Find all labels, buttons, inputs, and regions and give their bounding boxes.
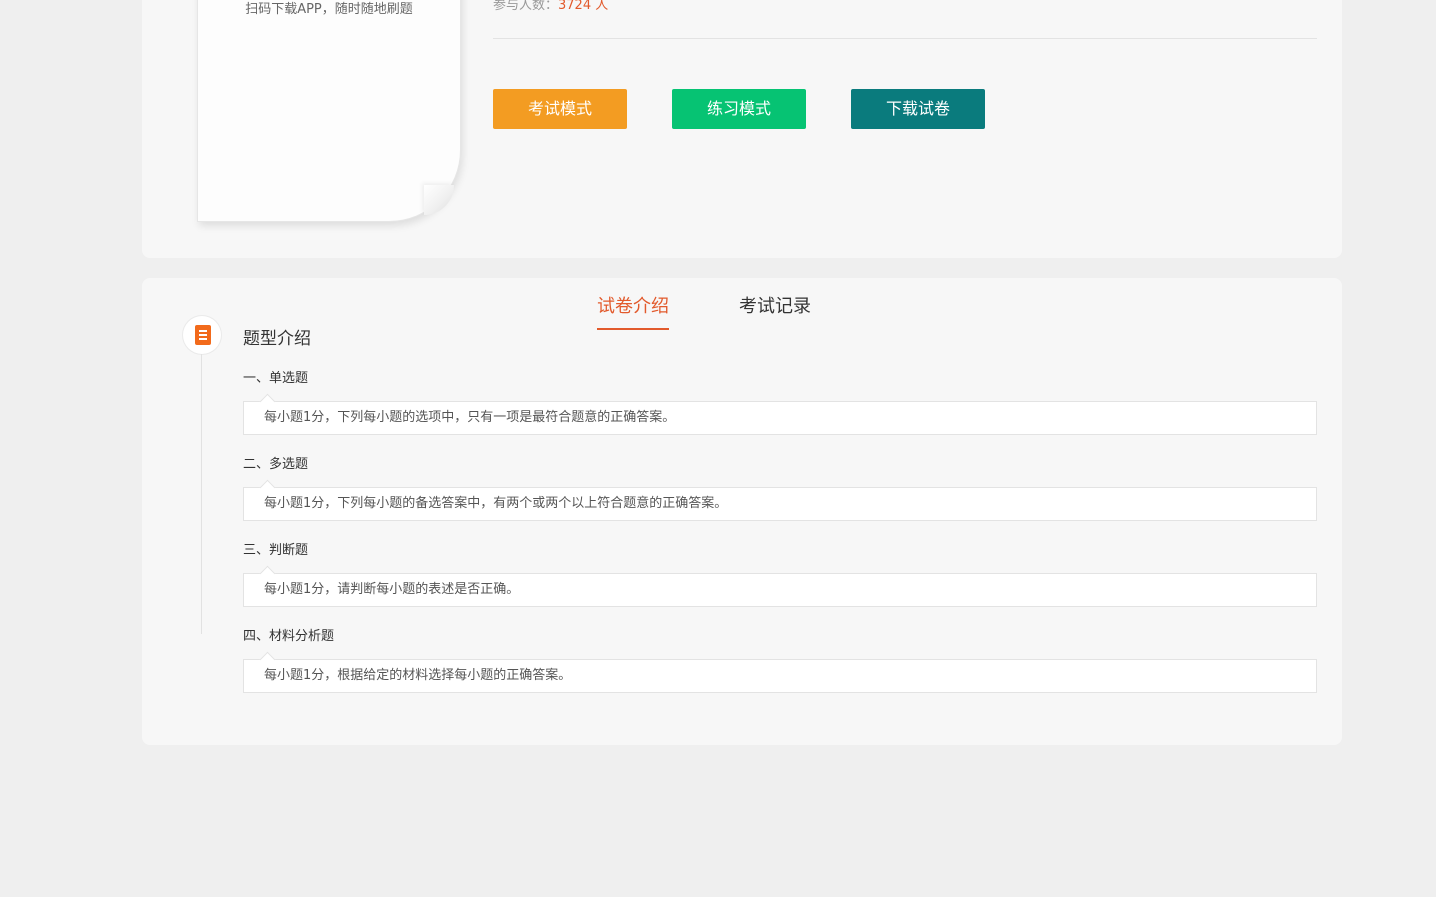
tab-paper-intro[interactable]: 试卷介绍 xyxy=(597,292,669,330)
question-type-description: 每小题1分，下列每小题的选项中，只有一项是最符合题意的正确答案。 xyxy=(243,401,1317,435)
question-type-item: 三、判断题 每小题1分，请判断每小题的表述是否正确。 xyxy=(243,540,1317,607)
question-type-name: 二、多选题 xyxy=(243,457,309,472)
question-type-description: 每小题1分，根据给定的材料选择每小题的正确答案。 xyxy=(243,659,1317,693)
participants-label: 参与人数： xyxy=(493,0,559,13)
question-type-item: 四、材料分析题 每小题1分，根据给定的材料选择每小题的正确答案。 xyxy=(243,626,1317,693)
question-type-description: 每小题1分，请判断每小题的表述是否正确。 xyxy=(243,573,1317,607)
timeline-line xyxy=(201,354,202,634)
participants-count: 3724 人 xyxy=(558,0,609,13)
question-type-name: 四、材料分析题 xyxy=(243,629,335,644)
qr-caption: 扫码下载APP，随时随地刷题 xyxy=(245,2,413,17)
tab-exam-record[interactable]: 考试记录 xyxy=(739,292,811,328)
exam-mode-button[interactable]: 考试模式 xyxy=(493,89,627,129)
download-paper-button[interactable]: 下载试卷 xyxy=(851,89,985,129)
question-type-description: 每小题1分，下列每小题的备选答案中，有两个或两个以上符合题意的正确答案。 xyxy=(243,487,1317,521)
qr-download-panel: 扫码下载APP，随时随地刷题 xyxy=(197,0,461,222)
exam-info-card: 扫码下载APP，随时随地刷题 参与人数：3724 人 考试模式 练习模式 下载试… xyxy=(142,0,1342,258)
question-type-item: 二、多选题 每小题1分，下列每小题的备选答案中，有两个或两个以上符合题意的正确答… xyxy=(243,454,1317,521)
page-curl-decoration xyxy=(424,185,454,215)
document-icon xyxy=(195,325,211,345)
participants-stat: 参与人数：3724 人 xyxy=(493,0,608,13)
practice-mode-button[interactable]: 练习模式 xyxy=(672,89,806,129)
question-type-name: 三、判断题 xyxy=(243,543,309,558)
page: 扫码下载APP，随时随地刷题 参与人数：3724 人 考试模式 练习模式 下载试… xyxy=(0,0,1436,897)
question-type-item: 一、单选题 每小题1分，下列每小题的选项中，只有一项是最符合题意的正确答案。 xyxy=(243,368,1317,435)
divider xyxy=(493,38,1317,39)
section-icon-badge xyxy=(183,316,221,354)
question-type-name: 一、单选题 xyxy=(243,371,309,386)
paper-detail-card: 试卷介绍 考试记录 题型介绍 一、单选题 每小题1分，下列每小题的选项中，只有一… xyxy=(142,278,1342,745)
section-title: 题型介绍 xyxy=(243,329,311,349)
